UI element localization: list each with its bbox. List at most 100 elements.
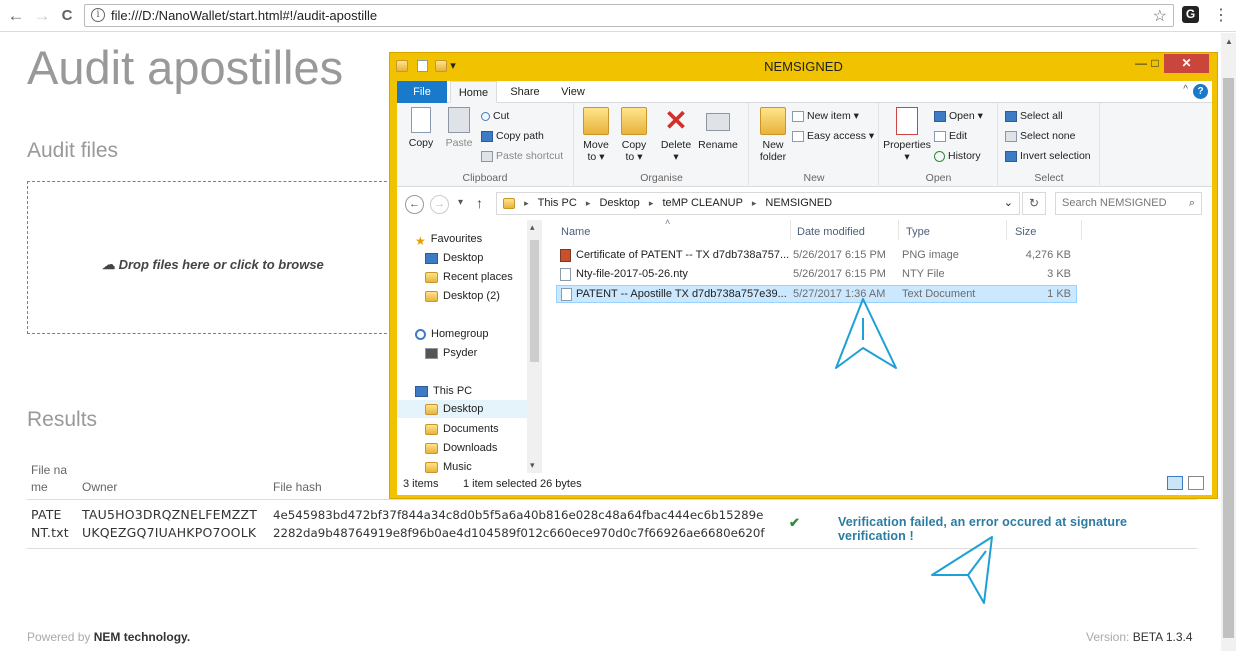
dropzone[interactable]: ☁ Drop files here or click to browse [27,181,397,334]
col-name[interactable]: Name [561,226,590,238]
scroll-up-icon[interactable]: ▴ [530,222,535,233]
col-date-modified[interactable]: Date modified [797,226,865,238]
folder-icon [425,290,438,302]
explorer-titlebar[interactable]: ▾ NEMSIGNED — □ ✕ [390,53,1217,81]
path-dropdown-icon[interactable]: ⌄ [1004,193,1013,214]
back-button[interactable]: ← [405,195,424,214]
column-separator[interactable] [898,220,899,240]
file-row[interactable]: Certificate of PATENT -- TX d7db738a757.… [556,247,1077,265]
selected-count: 1 item selected [463,478,537,490]
refresh-button[interactable]: ↻ [1022,192,1046,215]
file-row-selected[interactable]: PATENT -- Apostille TX d7db738a757e39...… [556,285,1077,303]
tab-view[interactable]: View [550,81,596,103]
nav-desktop-2[interactable]: Desktop (2) [425,290,500,302]
address-bar[interactable]: i file:///D:/NanoWallet/start.html#!/aud… [84,4,1174,27]
easy-access-button[interactable]: Easy access ▾ [792,130,874,142]
row-hash: 4e545983bd472bf37f844a34c8d0b5f5a6a40b81… [273,506,765,542]
delete-button[interactable]: ✕ Delete ▾ [659,107,693,164]
navigation-pane: ★ Favourites Desktop Recent places Deskto… [397,220,542,473]
paste-button[interactable]: Paste [443,107,475,149]
reload-icon[interactable]: C [57,7,77,24]
scrollbar-thumb[interactable] [1223,78,1234,638]
page-scrollbar[interactable]: ▲ [1221,33,1236,651]
nav-this-pc[interactable]: This PC [415,385,472,397]
text-file-icon [561,288,572,301]
scroll-up-icon[interactable]: ▲ [1225,37,1233,46]
large-icons-view-icon[interactable] [1188,476,1204,490]
cut-button[interactable]: Cut [481,110,509,122]
history-button[interactable]: History [934,150,981,162]
column-separator[interactable] [1081,220,1082,240]
details-view-icon[interactable] [1166,476,1183,490]
tab-home[interactable]: Home [450,81,497,103]
file-type: PNG image [902,249,959,261]
nav-music[interactable]: Music [425,461,472,473]
column-separator[interactable] [1006,220,1007,240]
copy-path-button[interactable]: Copy path [481,130,544,142]
copy-to-button[interactable]: Copy to ▾ [617,107,651,163]
nav-favourites[interactable]: ★ Favourites [415,233,482,248]
star-icon[interactable]: ☆ [1153,6,1167,26]
breadcrumb-this-pc[interactable]: This PC [538,197,577,209]
col-size[interactable]: Size [1015,226,1036,238]
recent-locations-icon[interactable]: ▾ [458,197,463,208]
nav-pc-desktop[interactable]: Desktop [397,400,527,418]
nav-scrollbar-thumb[interactable] [530,240,539,362]
new-item-button[interactable]: New item ▾ [792,110,859,122]
rename-button[interactable]: Rename [697,107,739,151]
nav-homegroup[interactable]: Homegroup [415,328,488,340]
info-icon[interactable]: i [91,8,105,22]
scroll-down-icon[interactable]: ▾ [530,460,535,471]
open-button[interactable]: Open ▾ [934,110,983,122]
help-icon[interactable]: ? [1193,84,1208,99]
nav-label: Recent places [443,271,513,283]
file-row[interactable]: Nty-file-2017-05-26.nty 5/26/2017 6:15 P… [556,266,1077,284]
invert-selection-button[interactable]: Invert selection [1005,150,1091,162]
move-to-button[interactable]: Move to ▾ [579,107,613,163]
history-label: History [948,150,981,162]
move-to-label: Move to ▾ [583,139,609,163]
search-input[interactable]: Search NEMSIGNED ⌕ [1055,192,1202,215]
verification-status: Verification failed, an error occured at… [838,515,1128,543]
close-button[interactable]: ✕ [1164,54,1209,73]
file-icon [560,268,571,281]
new-folder-button[interactable]: New folder [754,107,792,163]
company-link[interactable]: NEM technology. [94,630,190,644]
explorer-window[interactable]: ▾ NEMSIGNED — □ ✕ File Home Share View ^… [389,52,1218,499]
nav-psyder[interactable]: Psyder [425,347,477,359]
col-type[interactable]: Type [906,226,930,238]
tab-file[interactable]: File [397,81,447,103]
up-icon[interactable]: ↑ [476,195,483,211]
extension-icon[interactable]: G [1182,6,1199,23]
properties-button[interactable]: Properties ▾ [882,107,932,163]
search-placeholder: Search NEMSIGNED [1062,197,1167,209]
breadcrumb-temp-cleanup[interactable]: teMP CLEANUP [662,197,742,209]
edit-button[interactable]: Edit [934,130,967,142]
back-icon[interactable]: ← [6,6,26,26]
nav-documents[interactable]: Documents [425,423,499,435]
select-all-label: Select all [1020,110,1063,122]
path-box[interactable]: ▸ This PC ▸ Desktop ▸ teMP CLEANUP ▸ NEM… [496,192,1020,215]
edit-label: Edit [949,130,968,142]
forward-icon[interactable]: → [32,6,52,26]
maximize-button[interactable]: □ [1146,54,1164,73]
select-none-button[interactable]: Select none [1005,130,1075,142]
breadcrumb-desktop[interactable]: Desktop [599,197,639,209]
select-all-button[interactable]: Select all [1005,110,1063,122]
nav-downloads[interactable]: Downloads [425,442,497,454]
column-separator[interactable] [790,220,791,240]
tab-share[interactable]: Share [501,81,549,103]
nav-label: Downloads [443,442,498,454]
nav-desktop[interactable]: Desktop [425,252,483,264]
file-name: PATENT -- Apostille TX d7db738a757e39... [576,288,787,300]
ribbon: Copy Paste Cut Copy path Paste shortcut … [397,103,1212,187]
breadcrumb-nemsigned[interactable]: NEMSIGNED [765,197,832,209]
copy-button[interactable]: Copy [405,107,437,149]
collapse-ribbon-icon[interactable]: ^ [1183,84,1188,95]
forward-button[interactable]: → [430,195,449,214]
paste-shortcut-button[interactable]: Paste shortcut [481,150,563,162]
nav-recent-places[interactable]: Recent places [425,271,513,283]
search-icon[interactable]: ⌕ [1189,193,1195,214]
nav-scrollbar[interactable]: ▴ ▾ [527,220,542,473]
menu-icon[interactable]: ⋮ [1213,5,1229,25]
